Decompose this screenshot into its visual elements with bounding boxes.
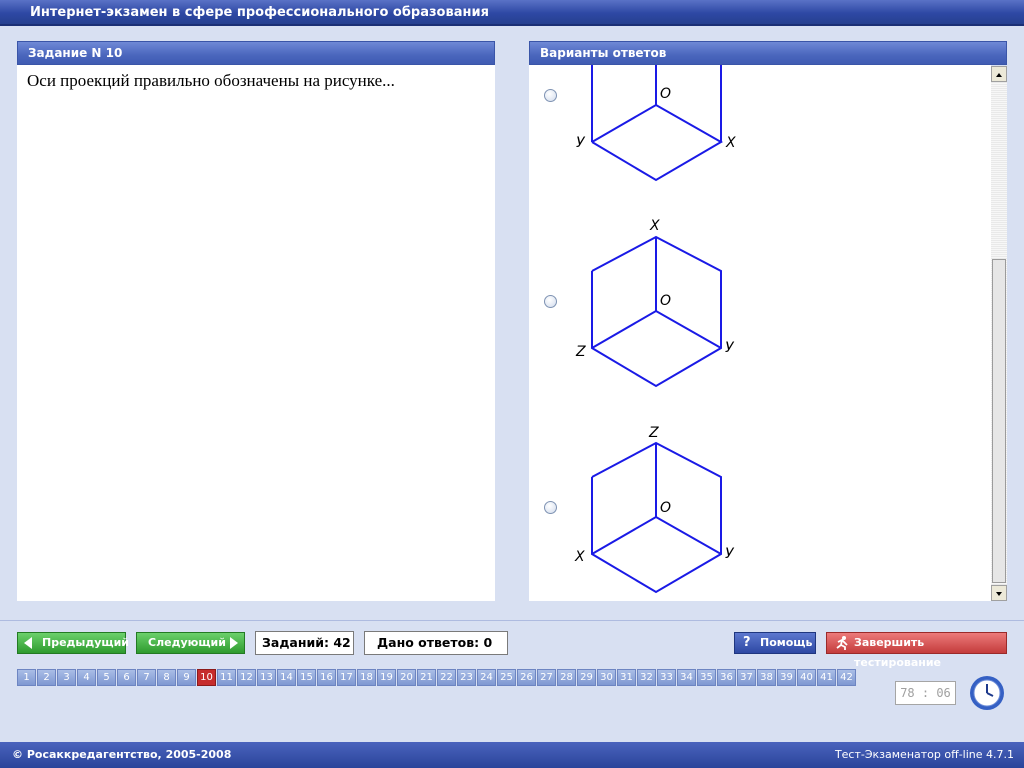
question-number-button[interactable]: 21 xyxy=(417,669,436,686)
question-number-button[interactable]: 40 xyxy=(797,669,816,686)
question-text: Оси проекций правильно обозначены на рис… xyxy=(27,71,395,90)
question-number-button[interactable]: 22 xyxy=(437,669,456,686)
fig3-center-label: O xyxy=(660,500,672,516)
running-man-icon xyxy=(836,636,848,650)
task-header-label: Задание N 10 xyxy=(28,46,123,60)
question-number-button[interactable]: 18 xyxy=(357,669,376,686)
question-number-button[interactable]: 3 xyxy=(57,669,76,686)
fig2-right-label: У xyxy=(725,340,734,356)
question-number-button[interactable]: 20 xyxy=(397,669,416,686)
scroll-thumb[interactable] xyxy=(992,259,1006,583)
fig1-left-label: У xyxy=(576,135,585,151)
question-number-button[interactable]: 38 xyxy=(757,669,776,686)
question-number-button[interactable]: 12 xyxy=(237,669,256,686)
question-number-button[interactable]: 30 xyxy=(597,669,616,686)
fig2-center-label: O xyxy=(660,293,672,309)
answer-figure-2 xyxy=(591,235,722,388)
answers-given: Дано ответов: 0 xyxy=(377,635,493,650)
question-number-button[interactable]: 24 xyxy=(477,669,496,686)
question-number-button[interactable]: 16 xyxy=(317,669,336,686)
prev-button[interactable]: Предыдущий xyxy=(17,632,130,654)
question-number-button[interactable]: 31 xyxy=(617,669,636,686)
scroll-up-button[interactable] xyxy=(991,66,1007,82)
answers-given-box: Дано ответов: 0 xyxy=(364,631,508,655)
arrow-down-icon xyxy=(996,592,1002,596)
help-button[interactable]: ? Помощь xyxy=(734,632,816,654)
fig2-left-label: Z xyxy=(576,344,586,360)
question-number-button[interactable]: 34 xyxy=(677,669,696,686)
question-number-button[interactable]: 5 xyxy=(97,669,116,686)
scroll-down-button[interactable] xyxy=(991,585,1007,601)
task-panel-header: Задание N 10 xyxy=(17,41,495,65)
question-number-button[interactable]: 37 xyxy=(737,669,756,686)
question-number-button[interactable]: 11 xyxy=(217,669,236,686)
question-number-button[interactable]: 25 xyxy=(497,669,516,686)
question-number-button[interactable]: 13 xyxy=(257,669,276,686)
answers-scrollbar[interactable] xyxy=(991,66,1007,601)
copyright: © Росаккредагентство, 2005-2008 xyxy=(12,748,232,761)
question-number-button[interactable]: 9 xyxy=(177,669,196,686)
question-number-button[interactable]: 27 xyxy=(537,669,556,686)
question-number-button[interactable]: 28 xyxy=(557,669,576,686)
question-number-button[interactable]: 4 xyxy=(77,669,96,686)
version-label: Тест-Экзаменатор off-line 4.7.1 xyxy=(834,748,1014,761)
answers-panel-header: Варианты ответов xyxy=(529,41,1007,65)
question-number-button[interactable]: 26 xyxy=(517,669,536,686)
question-number-button[interactable]: 29 xyxy=(577,669,596,686)
question-number-button[interactable]: 6 xyxy=(117,669,136,686)
question-number-button[interactable]: 33 xyxy=(657,669,676,686)
question-number-button[interactable]: 39 xyxy=(777,669,796,686)
task-panel-body: Оси проекций правильно обозначены на рис… xyxy=(17,65,495,601)
arrow-left-icon xyxy=(24,637,32,649)
next-button[interactable]: Следующий xyxy=(136,632,245,654)
question-number-button[interactable]: 19 xyxy=(377,669,396,686)
question-number-button[interactable]: 41 xyxy=(817,669,836,686)
help-icon: ? xyxy=(743,635,751,650)
answers-header-label: Варианты ответов xyxy=(540,46,667,60)
timer-value: 78 : 06 xyxy=(900,686,951,700)
help-button-label: Помощь xyxy=(760,636,813,649)
answer-figure-3 xyxy=(591,441,722,594)
fig1-center-label: O xyxy=(660,86,672,102)
finish-button-label: Завершить тестирование xyxy=(854,636,942,669)
finish-button[interactable]: Завершить тестирование xyxy=(826,632,1007,669)
arrow-right-icon xyxy=(230,637,238,649)
status-footer: © Росаккредагентство, 2005-2008 Тест-Экз… xyxy=(0,742,1024,768)
question-number-button[interactable]: 35 xyxy=(697,669,716,686)
tasks-count-box: Заданий: 42 xyxy=(255,631,354,655)
question-number-button[interactable]: 2 xyxy=(37,669,56,686)
question-number-button[interactable]: 23 xyxy=(457,669,476,686)
answers-figures xyxy=(591,65,724,594)
window-titlebar: Интернет-экзамен в сфере профессионально… xyxy=(0,0,1024,26)
question-number-button[interactable]: 10 xyxy=(197,669,216,686)
fig3-right-label: У xyxy=(725,546,734,562)
fig2-top-label: X xyxy=(650,218,660,234)
divider xyxy=(0,620,1024,621)
question-number-button[interactable]: 7 xyxy=(137,669,156,686)
timer-display: 78 : 06 xyxy=(895,681,956,705)
question-number-button[interactable]: 15 xyxy=(297,669,316,686)
clock-icon xyxy=(970,676,1004,710)
answer-figure-1 xyxy=(591,65,724,182)
answer-radio-3[interactable] xyxy=(544,501,557,514)
tasks-count: Заданий: 42 xyxy=(262,635,351,650)
window-title: Интернет-экзамен в сфере профессионально… xyxy=(30,5,489,20)
answers-panel-body: O У X X O Z У Z O X У xyxy=(529,65,991,601)
prev-button-label: Предыдущий xyxy=(42,636,130,649)
fig3-top-label: Z xyxy=(649,425,659,441)
next-button-label: Следующий xyxy=(148,636,226,649)
arrow-up-icon xyxy=(996,73,1002,77)
question-number-button[interactable]: 42 xyxy=(837,669,856,686)
question-number-button[interactable]: 8 xyxy=(157,669,176,686)
fig1-right-label: X xyxy=(726,135,736,151)
question-number-button[interactable]: 32 xyxy=(637,669,656,686)
question-number-button[interactable]: 14 xyxy=(277,669,296,686)
question-number-button[interactable]: 17 xyxy=(337,669,356,686)
question-number-button[interactable]: 36 xyxy=(717,669,736,686)
answer-radio-2[interactable] xyxy=(544,295,557,308)
fig3-left-label: X xyxy=(575,549,585,565)
question-number-button[interactable]: 1 xyxy=(17,669,36,686)
